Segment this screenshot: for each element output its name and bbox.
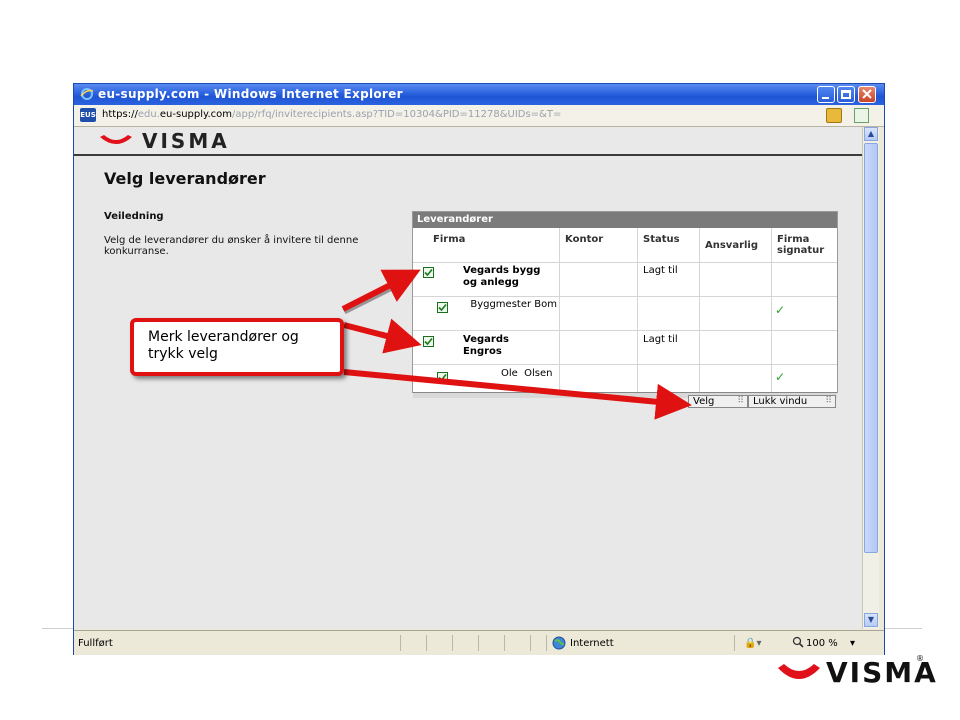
vendor-name: Ole Olsen bbox=[501, 368, 553, 379]
status-separator bbox=[734, 635, 735, 651]
check-icon bbox=[438, 303, 447, 312]
url-path: /app/rfq/inviterecipients.asp?TID=10304&… bbox=[232, 109, 562, 120]
visma-logo-icon bbox=[100, 135, 132, 144]
grid-divider bbox=[413, 296, 837, 297]
zone-text: Internett bbox=[570, 638, 614, 649]
check-icon bbox=[424, 268, 433, 277]
grid-divider bbox=[771, 228, 772, 392]
check-icon bbox=[424, 337, 433, 346]
grid-divider bbox=[413, 364, 837, 365]
status-separator bbox=[530, 635, 531, 651]
vendor-name: Vegards Engros bbox=[463, 334, 509, 357]
grid-divider bbox=[413, 330, 837, 331]
visma-brand-text: VISMA bbox=[142, 129, 230, 153]
site-favicon: EUS bbox=[80, 108, 96, 122]
vendor-status: Lagt til bbox=[643, 265, 678, 276]
status-separator bbox=[546, 635, 547, 651]
vendors-grid: Leverandører Firma Kontor Status Ansvarl… bbox=[412, 211, 838, 398]
column-ansvarlig[interactable]: Ansvarlig bbox=[705, 240, 758, 251]
row-checkbox[interactable] bbox=[423, 336, 434, 347]
visma-swoosh-icon bbox=[778, 664, 820, 679]
grid-header: Leverandører bbox=[413, 212, 837, 228]
visma-header: VISMA bbox=[74, 127, 862, 156]
internet-explorer-icon bbox=[80, 88, 94, 100]
status-separator bbox=[504, 635, 505, 651]
scroll-down-button[interactable]: ▼ bbox=[864, 613, 878, 627]
grid-title: Leverandører bbox=[417, 214, 493, 225]
close-icon bbox=[862, 89, 872, 99]
page-content: VISMA Velg leverandører Veiledning Velg … bbox=[74, 127, 862, 629]
status-separator bbox=[426, 635, 427, 651]
protected-mode-icon[interactable]: 🔒▾ bbox=[744, 638, 761, 649]
select-button[interactable]: Velg ⠿ bbox=[688, 395, 748, 408]
close-button[interactable] bbox=[858, 86, 876, 103]
guide-text: Velg de leverandører du ønsker å inviter… bbox=[104, 235, 359, 257]
url-scheme: https:// bbox=[102, 109, 138, 120]
lock-icon[interactable] bbox=[826, 108, 842, 123]
zoom-dropdown-icon[interactable]: ▾ bbox=[850, 638, 855, 649]
url-host: eu-supply.com bbox=[159, 109, 233, 120]
zoom-icon bbox=[792, 636, 804, 648]
signature-check-icon: ✓ bbox=[775, 370, 786, 384]
grid-divider bbox=[637, 228, 638, 392]
select-button-label: Velg bbox=[693, 396, 715, 407]
callout-text: Merk leverandører og trykk velg bbox=[148, 329, 299, 362]
zoom-level[interactable]: 100 % bbox=[806, 638, 838, 649]
row-checkbox[interactable] bbox=[437, 302, 448, 313]
grip-icon: ⠿ bbox=[737, 396, 744, 406]
vendor-name: Vegards bygg og anlegg bbox=[463, 265, 541, 288]
column-status[interactable]: Status bbox=[643, 234, 680, 245]
registered-mark: ® bbox=[916, 654, 924, 663]
feed-icon[interactable] bbox=[854, 108, 869, 123]
grid-divider bbox=[699, 228, 700, 392]
status-bar: Fullført Internett 🔒▾ 100 % ▾ bbox=[74, 630, 884, 655]
address-bar[interactable]: EUS https://edu.eu-supply.com/app/rfq/in… bbox=[74, 105, 884, 127]
status-separator bbox=[400, 635, 401, 651]
column-firma[interactable]: Firma bbox=[433, 234, 465, 245]
status-separator bbox=[452, 635, 453, 651]
vendor-name: Byggmester Bom bbox=[470, 299, 557, 310]
vertical-scrollbar[interactable]: ▲ ▼ bbox=[862, 127, 879, 629]
scroll-thumb[interactable] bbox=[864, 143, 878, 553]
close-window-button[interactable]: Lukk vindu ⠿ bbox=[748, 395, 836, 408]
minimize-button[interactable] bbox=[817, 86, 835, 103]
instruction-callout: Merk leverandører og trykk velg bbox=[130, 318, 344, 376]
status-separator bbox=[478, 635, 479, 651]
signature-check-icon: ✓ bbox=[775, 303, 786, 317]
close-window-button-label: Lukk vindu bbox=[753, 396, 808, 407]
title-bar[interactable]: eu-supply.com - Windows Internet Explore… bbox=[74, 84, 884, 105]
url-text[interactable]: https://edu.eu-supply.com/app/rfq/invite… bbox=[102, 109, 561, 120]
page-title: Velg leverandører bbox=[104, 169, 266, 188]
grid-divider bbox=[559, 228, 560, 392]
vendor-status: Lagt til bbox=[643, 334, 678, 345]
check-icon bbox=[438, 373, 447, 382]
grip-icon: ⠿ bbox=[825, 396, 832, 406]
grid-divider bbox=[413, 262, 837, 263]
scroll-up-button[interactable]: ▲ bbox=[864, 127, 878, 141]
slide-rule-left bbox=[42, 628, 73, 629]
row-checkbox[interactable] bbox=[437, 372, 448, 383]
column-signatur[interactable]: Firma signatur bbox=[777, 234, 833, 256]
maximize-button[interactable] bbox=[837, 86, 855, 103]
row-checkbox[interactable] bbox=[423, 267, 434, 278]
column-kontor[interactable]: Kontor bbox=[565, 234, 603, 245]
guide-heading: Veiledning bbox=[104, 211, 164, 222]
globe-icon bbox=[552, 636, 566, 650]
slide-rule-right bbox=[884, 628, 922, 629]
window-title: eu-supply.com - Windows Internet Explore… bbox=[98, 87, 403, 101]
url-host-prefix: edu. bbox=[137, 109, 160, 120]
status-text: Fullført bbox=[78, 638, 113, 649]
